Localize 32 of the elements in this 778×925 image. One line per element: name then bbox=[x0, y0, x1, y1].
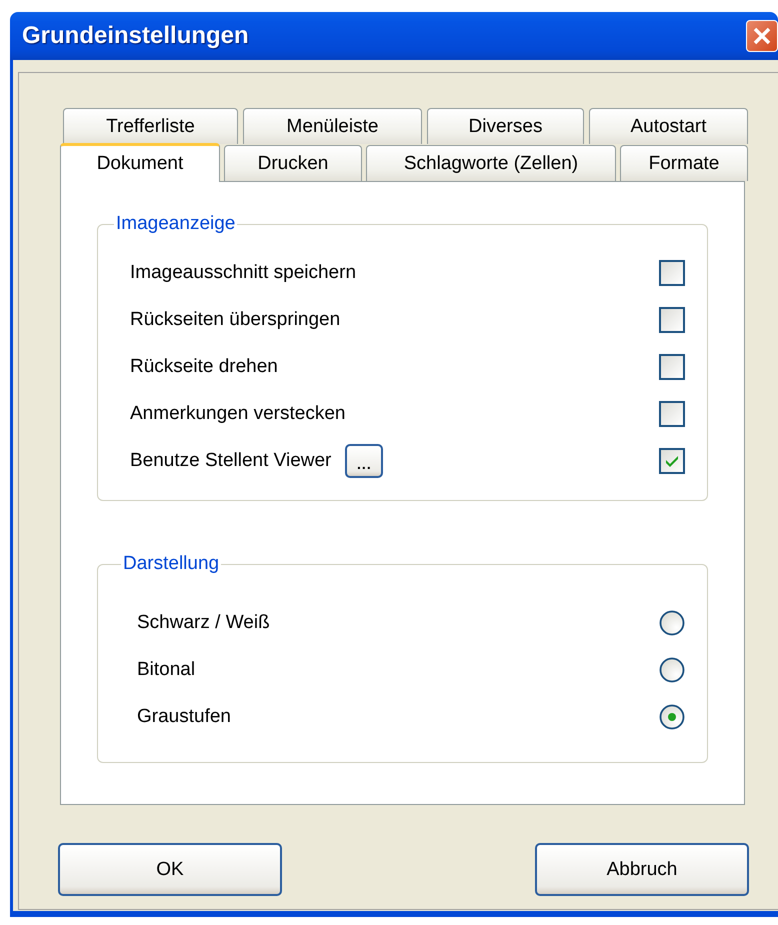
checkbox-label: Anmerkungen verstecken bbox=[130, 402, 346, 424]
close-button[interactable] bbox=[746, 20, 778, 52]
tab[interactable]: Autostart bbox=[589, 108, 748, 144]
group-title: Darstellung bbox=[122, 553, 220, 575]
group-title: Imageanzeige bbox=[115, 213, 236, 235]
browse-button[interactable]: ... bbox=[345, 444, 384, 478]
radio-label: Schwarz / Weiß bbox=[137, 612, 270, 634]
checkbox-label: Rückseite drehen bbox=[130, 356, 278, 378]
tab[interactable]: Drucken bbox=[224, 145, 362, 181]
radio-label: Graustufen bbox=[137, 706, 231, 728]
tab[interactable]: Diverses bbox=[427, 108, 584, 144]
checkbox-label: Imageausschnitt speichern bbox=[130, 262, 356, 284]
checkbox[interactable] bbox=[659, 400, 685, 426]
ok-button[interactable]: OK bbox=[58, 843, 282, 896]
checkbox[interactable] bbox=[659, 306, 685, 332]
checkbox-label: Rückseiten überspringen bbox=[130, 308, 340, 330]
checkbox-label: Benutze Stellent Viewer bbox=[130, 450, 332, 472]
checkbox[interactable] bbox=[659, 354, 685, 380]
tab[interactable]: Schlagworte (Zellen) bbox=[366, 145, 616, 181]
cancel-button[interactable]: Abbruch bbox=[535, 843, 749, 896]
checkbox[interactable] bbox=[659, 448, 685, 474]
tab[interactable]: Menüleiste bbox=[243, 108, 422, 144]
radio-button[interactable] bbox=[659, 704, 685, 730]
tab[interactable]: Dokument bbox=[60, 143, 220, 182]
window-title: Grundeinstellungen bbox=[22, 22, 250, 50]
radio-button[interactable] bbox=[659, 610, 685, 636]
tab[interactable]: Formate bbox=[620, 145, 748, 181]
radio-label: Bitonal bbox=[137, 658, 196, 680]
checkbox[interactable] bbox=[659, 260, 685, 286]
close-icon bbox=[751, 25, 773, 47]
tab[interactable]: Trefferliste bbox=[63, 108, 238, 144]
radio-button[interactable] bbox=[659, 656, 685, 682]
